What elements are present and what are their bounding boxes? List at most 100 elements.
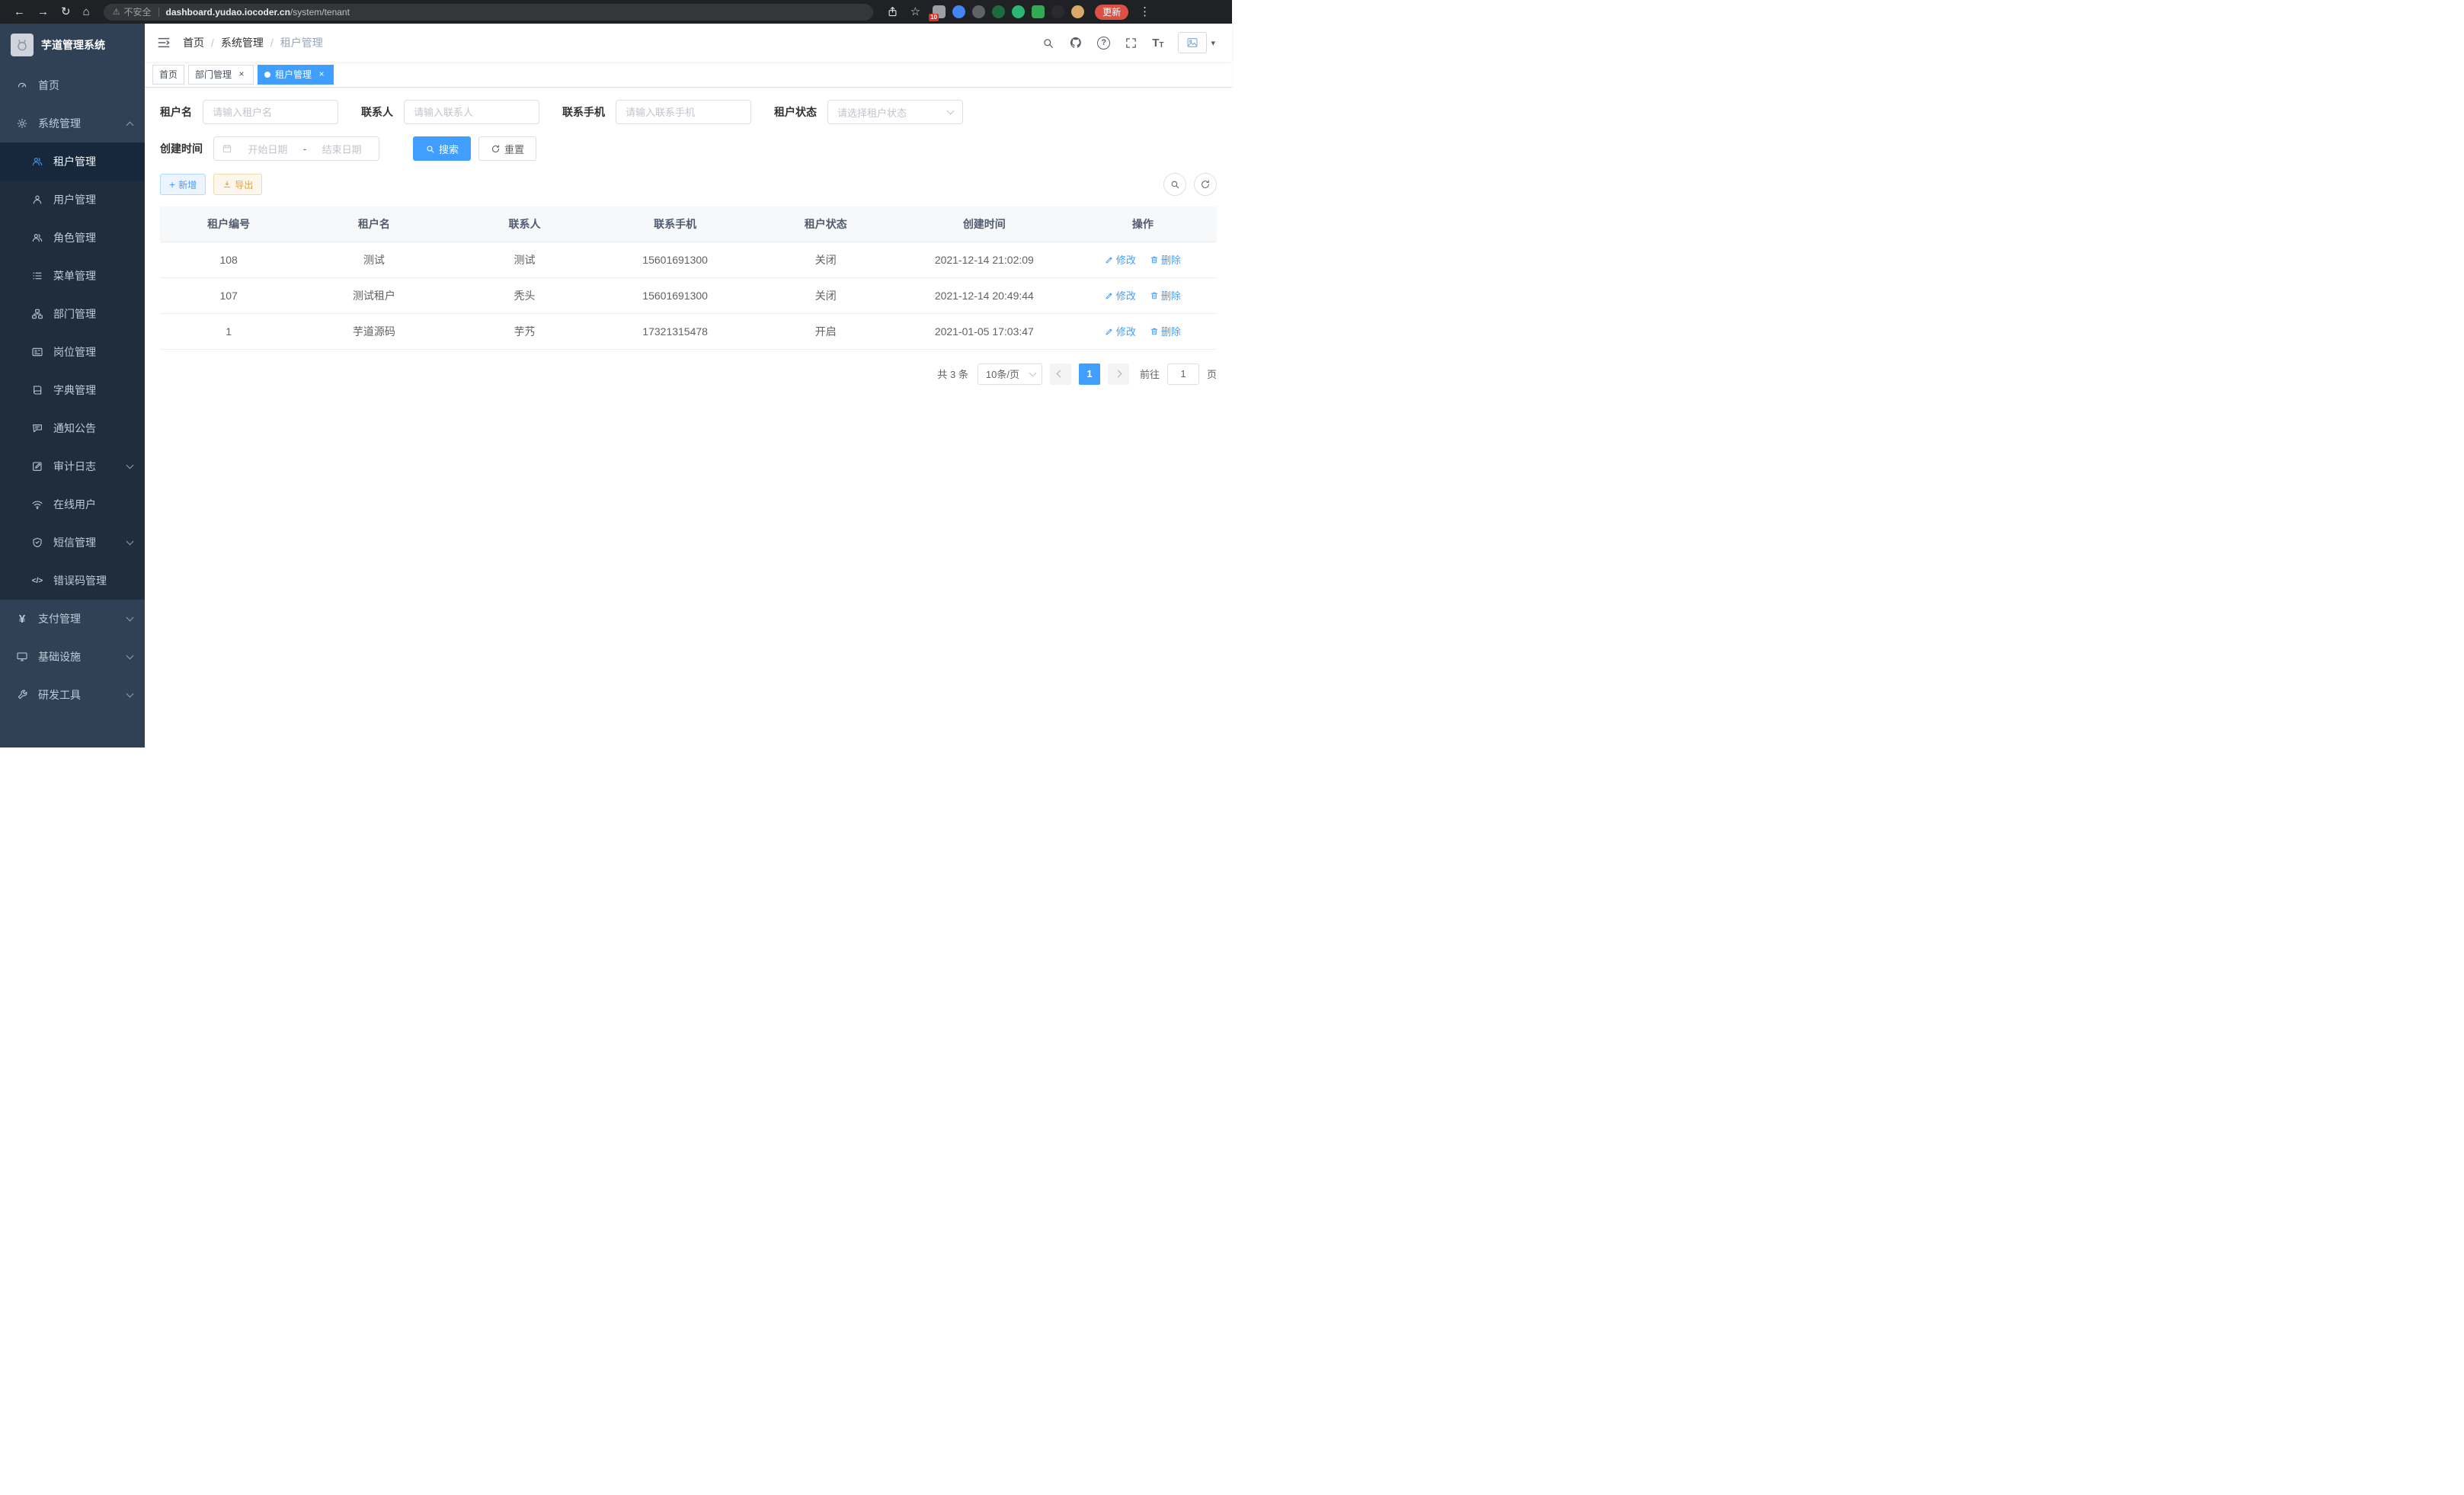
edit-link[interactable]: 修改 [1105,288,1136,303]
breadcrumb-system[interactable]: 系统管理 [221,35,280,50]
sidebar-item-sms[interactable]: 短信管理 [0,523,145,562]
extension-square-icon[interactable] [1032,5,1045,18]
export-button[interactable]: 导出 [213,174,262,195]
sidebar-item-menu[interactable]: 菜单管理 [0,257,145,295]
back-icon[interactable]: ← [14,0,25,24]
add-button[interactable]: + 新增 [160,174,206,195]
extension-drop-icon[interactable] [952,5,965,18]
goto-label: 前往 [1140,367,1160,381]
search-icon[interactable] [1042,37,1054,50]
column-header-created: 创建时间 [900,206,1069,242]
fullscreen-icon[interactable] [1125,37,1138,50]
navbar-actions: ? TT ▾ [1042,32,1215,53]
kebab-menu-icon[interactable]: ⋮ [1139,0,1150,24]
forward-icon[interactable]: → [37,0,49,24]
breadcrumb-home[interactable]: 首页 [183,35,221,50]
sidebar-item-dev-tools[interactable]: 研发工具 [0,676,145,714]
github-icon[interactable] [1069,36,1083,50]
user-menu[interactable]: ▾ [1178,32,1215,53]
toggle-search-button[interactable] [1163,173,1186,196]
contact-label: 联系人 [361,104,393,120]
table-row: 108 测试 测试 15601691300 关闭 2021-12-14 21:0… [160,242,1217,277]
toolbar-right [1163,173,1217,196]
cell-created: 2021-12-14 20:49:44 [900,277,1069,313]
page-size-select[interactable]: 10条/页 [978,363,1042,385]
sidebar-item-tenant[interactable]: 租户管理 [0,142,145,181]
sidebar-item-user[interactable]: 用户管理 [0,181,145,219]
page-number-button[interactable]: 1 [1079,363,1100,385]
sidebar-item-error-code[interactable]: </> 错误码管理 [0,562,145,600]
prev-page-button[interactable] [1050,363,1071,385]
cell-actions: 修改 删除 [1069,313,1217,349]
reload-icon[interactable]: ↻ [61,0,71,24]
delete-link[interactable]: 删除 [1150,252,1181,267]
sidebar-item-label: 研发工具 [38,687,127,703]
tab-dept[interactable]: 部门管理 × [188,65,254,85]
book-icon [30,384,44,396]
hamburger-icon[interactable] [145,35,183,50]
delete-link[interactable]: 删除 [1150,288,1181,303]
sidebar-item-notice[interactable]: 通知公告 [0,409,145,447]
logo[interactable]: 芋道管理系统 [0,24,145,66]
sidebar-item-label: 支付管理 [38,611,127,626]
delete-link[interactable]: 删除 [1150,324,1181,338]
contact-input[interactable] [404,100,539,124]
cell-id: 108 [160,242,297,277]
cell-contact: 秃头 [450,277,598,313]
tab-tenant[interactable]: 租户管理 × [258,65,334,85]
sidebar-item-post[interactable]: 岗位管理 [0,333,145,371]
help-icon[interactable]: ? [1097,37,1110,50]
sidebar-item-infrastructure[interactable]: 基础设施 [0,638,145,676]
edit-link[interactable]: 修改 [1105,252,1136,267]
filter-tenant-name: 租户名 [160,100,338,124]
sidebar-item-label: 租户管理 [53,154,133,169]
edit-link[interactable]: 修改 [1105,324,1136,338]
extension-grid-icon[interactable]: 10 [933,5,946,18]
page-unit-label: 页 [1207,367,1217,381]
update-button[interactable]: 更新 [1095,5,1128,20]
tab-close-icon[interactable]: × [236,69,247,80]
font-size-icon[interactable]: TT [1152,37,1163,50]
refresh-button[interactable] [1194,173,1217,196]
phone-input[interactable] [616,100,751,124]
list-icon [30,270,44,282]
sidebar-item-role[interactable]: 角色管理 [0,219,145,257]
app-window: 芋道管理系统 首页 系统管理 [0,24,1232,748]
extension-circle-icon[interactable] [992,5,1005,18]
extension-check-icon[interactable] [1012,5,1025,18]
chevron-down-icon [126,538,134,546]
search-button[interactable]: 搜索 [413,136,471,161]
chevron-down-icon [126,690,134,698]
phone-label: 联系手机 [562,104,605,120]
table-header-row: 租户编号 租户名 联系人 联系手机 租户状态 创建时间 操作 [160,206,1217,242]
tab-home[interactable]: 首页 [152,65,184,85]
goto-page-input[interactable] [1167,363,1199,385]
table-row: 1 芋道源码 芋艿 17321315478 开启 2021-01-05 17:0… [160,313,1217,349]
sidebar: 芋道管理系统 首页 系统管理 [0,24,145,748]
tenant-status-select[interactable]: 请选择租户状态 [827,100,963,124]
browser-home-icon[interactable]: ⌂ [83,0,90,24]
extension-puzzle-icon[interactable] [1051,5,1064,18]
date-end-placeholder: 结束日期 [312,142,371,156]
bookmark-star-icon[interactable]: ☆ [910,0,920,24]
tab-close-icon[interactable]: × [316,69,327,80]
sidebar-item-system[interactable]: 系统管理 [0,104,145,142]
sidebar-item-dept[interactable]: 部门管理 [0,295,145,333]
address-bar[interactable]: ⚠ 不安全 dashboard.yudao.iocoder.cn /system… [104,4,873,21]
sidebar-item-label: 菜单管理 [53,268,133,283]
sidebar-item-audit-log[interactable]: 审计日志 [0,447,145,485]
tenant-name-input[interactable] [203,100,338,124]
sidebar-item-dict[interactable]: 字典管理 [0,371,145,409]
security-warning-icon: ⚠ [113,7,120,17]
sidebar-item-payment[interactable]: ¥ 支付管理 [0,600,145,638]
sidebar-item-online-users[interactable]: 在线用户 [0,485,145,523]
next-page-button[interactable] [1108,363,1129,385]
column-header-name: 租户名 [297,206,450,242]
extension-globe-icon[interactable] [972,5,985,18]
sidebar-menu: 首页 系统管理 租户管理 [0,66,145,714]
profile-avatar[interactable] [1071,5,1084,18]
sidebar-item-home[interactable]: 首页 [0,66,145,104]
date-range-picker[interactable]: 开始日期 - 结束日期 [213,136,379,161]
share-icon[interactable] [887,6,898,18]
reset-button[interactable]: 重置 [478,136,536,161]
